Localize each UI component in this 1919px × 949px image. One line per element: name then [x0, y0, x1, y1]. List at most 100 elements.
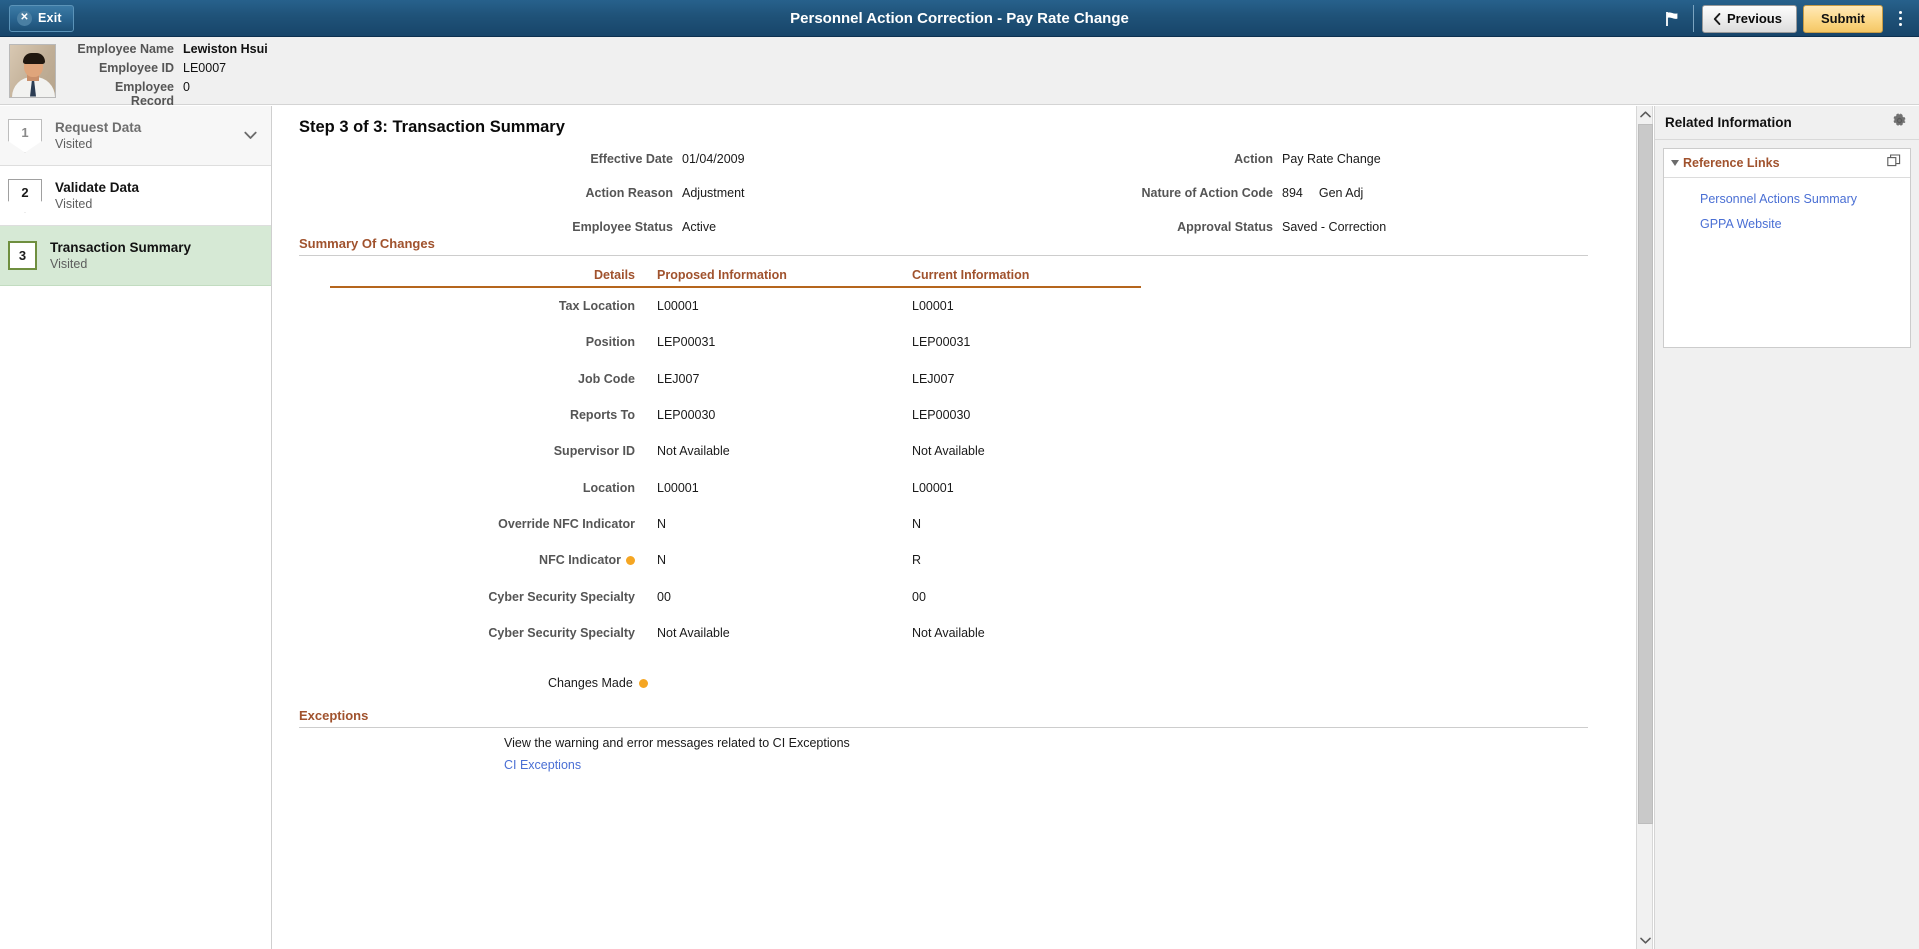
row-label: Cyber Security Specialty — [488, 626, 635, 640]
submit-button-label: Submit — [1821, 11, 1865, 26]
header-actions: Previous Submit — [1655, 0, 1919, 37]
reference-links-header[interactable]: Reference Links — [1664, 149, 1910, 178]
step-number-badge: 2 — [8, 179, 42, 213]
row-proposed-value: L00001 — [635, 481, 890, 495]
close-icon: ✕ — [17, 11, 32, 26]
step-number-badge: 1 — [8, 119, 42, 153]
employee-status-label: Employee Status — [273, 220, 673, 234]
row-proposed-value: LEJ007 — [635, 372, 890, 386]
reference-links-list: Personnel Actions Summary GPPA Website — [1664, 178, 1910, 231]
action-label: Action — [893, 152, 1273, 166]
step-title: Transaction Summary — [50, 239, 191, 256]
employee-id-value: LE0007 — [183, 61, 226, 75]
table-row: Position LEP00031 LEP00031 — [330, 324, 1613, 360]
row-proposed-value: L00001 — [635, 299, 890, 313]
nature-of-action-code-description: Gen Adj — [1319, 186, 1363, 200]
step-title: Validate Data — [55, 179, 139, 196]
previous-button[interactable]: Previous — [1702, 5, 1797, 33]
sidebar-step-transaction-summary[interactable]: 3 Transaction Summary Visited — [0, 226, 271, 286]
approval-status-value: Saved - Correction — [1282, 220, 1386, 234]
table-row: NFC Indicator N R — [330, 542, 1613, 578]
page-title: Step 3 of 3: Transaction Summary — [299, 118, 565, 137]
nature-of-action-code-value: 894 — [1282, 186, 1303, 200]
row-current-value: Not Available — [890, 626, 1130, 640]
triangle-down-icon[interactable] — [1671, 160, 1679, 166]
step-title: Request Data — [55, 119, 141, 136]
row-proposed-value: N — [635, 553, 890, 567]
row-label: Reports To — [570, 408, 635, 422]
flag-icon[interactable] — [1655, 0, 1689, 37]
table-header-row: Details Proposed Information Current Inf… — [330, 258, 1141, 288]
row-current-value: L00001 — [890, 481, 1130, 495]
scrollbar-thumb[interactable] — [1638, 124, 1653, 824]
row-current-value: Not Available — [890, 444, 1130, 458]
row-proposed-value: Not Available — [635, 444, 890, 458]
table-row: Override NFC Indicator N N — [330, 506, 1613, 542]
employee-fields: Employee Name Lewiston Hsui Employee ID … — [70, 42, 268, 99]
row-label: Cyber Security Specialty — [488, 590, 635, 604]
vertical-scrollbar[interactable] — [1636, 106, 1653, 949]
link-personnel-actions-summary[interactable]: Personnel Actions Summary — [1700, 192, 1910, 206]
employee-field-row: Employee ID LE0007 — [70, 61, 268, 80]
sidebar-step-validate-data[interactable]: 2 Validate Data Visited — [0, 166, 271, 226]
chevron-down-icon[interactable] — [244, 127, 257, 145]
gear-icon[interactable] — [1892, 113, 1907, 133]
page-header-title: Personnel Action Correction - Pay Rate C… — [0, 0, 1919, 37]
exit-button[interactable]: ✕ Exit — [9, 5, 74, 32]
effective-date-label: Effective Date — [273, 152, 673, 166]
column-header-details: Details — [330, 268, 635, 282]
employee-name-value: Lewiston Hsui — [183, 42, 268, 56]
table-row: Cyber Security Specialty Not Available N… — [330, 615, 1613, 651]
changed-marker-icon — [639, 679, 648, 688]
employee-field-row: Employee Name Lewiston Hsui — [70, 42, 268, 61]
submit-button[interactable]: Submit — [1803, 5, 1883, 33]
row-proposed-value: Not Available — [635, 626, 890, 640]
app-header: ✕ Exit Personnel Action Correction - Pay… — [0, 0, 1919, 37]
avatar — [9, 44, 56, 98]
scroll-down-icon[interactable] — [1637, 932, 1654, 949]
employee-status-value: Active — [682, 220, 716, 234]
row-label: NFC Indicator — [539, 553, 621, 567]
exceptions-description: View the warning and error messages rela… — [504, 736, 850, 750]
previous-button-label: Previous — [1727, 11, 1782, 26]
row-label: Location — [583, 481, 635, 495]
table-row: Supervisor ID Not Available Not Availabl… — [330, 433, 1613, 469]
scroll-up-icon[interactable] — [1637, 106, 1654, 123]
row-current-value: N — [890, 517, 1130, 531]
action-reason-value: Adjustment — [682, 186, 745, 200]
row-current-value: LEP00030 — [890, 408, 1130, 422]
nature-of-action-code-label: Nature of Action Code — [893, 186, 1273, 200]
reference-links-title: Reference Links — [1683, 156, 1780, 170]
table-row: Reports To LEP00030 LEP00030 — [330, 397, 1613, 433]
summary-of-changes-heading: Summary Of Changes — [299, 236, 1588, 256]
related-information-title: Related Information — [1665, 115, 1792, 130]
action-reason-label: Action Reason — [273, 186, 673, 200]
row-label: Override NFC Indicator — [498, 517, 635, 531]
link-gppa-website[interactable]: GPPA Website — [1700, 217, 1910, 231]
row-current-value: 00 — [890, 590, 1130, 604]
ci-exceptions-link[interactable]: CI Exceptions — [504, 758, 581, 772]
exceptions-heading: Exceptions — [299, 708, 1588, 728]
row-current-value: LEJ007 — [890, 372, 1130, 386]
header-divider — [1693, 5, 1694, 32]
sidebar-step-request-data[interactable]: 1 Request Data Visited — [0, 106, 271, 166]
step-number-badge: 3 — [8, 241, 37, 270]
row-label: Tax Location — [559, 299, 635, 313]
related-information-header: Related Information — [1655, 106, 1919, 140]
related-information-panel: Related Information Reference Links Pers… — [1654, 106, 1919, 949]
row-label: Supervisor ID — [554, 444, 635, 458]
employee-id-label: Employee ID — [70, 61, 174, 75]
step-status: Visited — [50, 256, 191, 272]
exit-button-label: Exit — [38, 11, 62, 25]
summary-of-changes-table: Details Proposed Information Current Inf… — [273, 258, 1613, 651]
row-proposed-value: 00 — [635, 590, 890, 604]
more-vertical-icon[interactable] — [1887, 0, 1913, 37]
step-status: Visited — [55, 196, 139, 212]
table-row: Cyber Security Specialty 00 00 — [330, 578, 1613, 614]
row-current-value: L00001 — [890, 299, 1130, 313]
table-row: Job Code LEJ007 LEJ007 — [330, 361, 1613, 397]
main-content: Step 3 of 3: Transaction Summary Effecti… — [273, 106, 1636, 949]
new-window-icon[interactable] — [1887, 154, 1901, 173]
action-value: Pay Rate Change — [1282, 152, 1381, 166]
employee-record-label: Employee Record — [70, 80, 174, 108]
